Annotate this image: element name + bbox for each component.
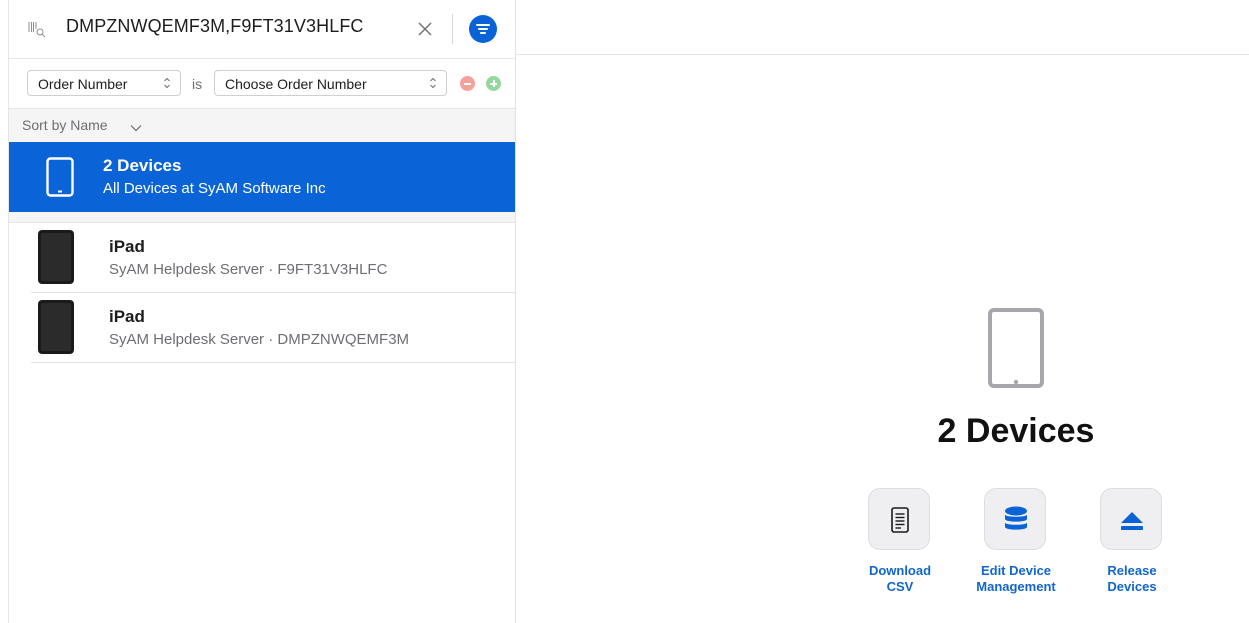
- device-name: iPad: [109, 307, 145, 326]
- filter-icon: [476, 24, 490, 34]
- action-label-line: Management: [976, 579, 1056, 594]
- release-devices-label[interactable]: Release Devices: [1077, 563, 1187, 595]
- add-filter-button[interactable]: [486, 76, 501, 91]
- clear-search-icon[interactable]: [415, 19, 435, 39]
- summary-subtitle: All Devices at SyAM Software Inc: [103, 180, 326, 197]
- release-devices-button[interactable]: [1100, 488, 1162, 550]
- action-label-line: Download: [868, 563, 932, 578]
- filter-value-placeholder: Choose Order Number: [225, 76, 367, 92]
- all-devices-summary-row[interactable]: 2 Devices All Devices at SyAM Software I…: [9, 142, 515, 212]
- search-bar: DMPZNWQEMF3M,F9FT31V3HLFC: [9, 0, 515, 58]
- action-label-line: Edit Device: [980, 563, 1052, 578]
- list-section-gap: [9, 212, 515, 223]
- ipad-thumbnail: [38, 230, 74, 284]
- device-list-sidebar: DMPZNWQEMF3M,F9FT31V3HLFC Order Number i…: [9, 0, 516, 623]
- filter-value-select[interactable]: Choose Order Number: [214, 70, 447, 96]
- action-label-line: CSV: [886, 579, 914, 594]
- database-icon: [1005, 506, 1027, 530]
- action-label-line: Devices: [1107, 579, 1157, 594]
- detail-header-divider: [516, 54, 1249, 55]
- action-label-line: Release: [1107, 563, 1157, 578]
- filter-operator-label: is: [192, 76, 203, 92]
- device-name: iPad: [109, 237, 145, 256]
- eject-icon: [1121, 512, 1143, 530]
- device-detail: SyAM Helpdesk Server · F9FT31V3HLFC: [109, 261, 388, 278]
- row-separator: [31, 362, 515, 363]
- remove-filter-button[interactable]: [460, 76, 475, 91]
- edit-device-management-label[interactable]: Edit Device Management: [961, 563, 1071, 595]
- select-chevron-icon: [430, 77, 436, 89]
- ipad-outline-icon: [46, 157, 74, 197]
- summary-title: 2 Devices: [103, 156, 182, 175]
- download-csv-button[interactable]: [868, 488, 930, 550]
- document-icon: [891, 507, 909, 533]
- search-input[interactable]: DMPZNWQEMF3M,F9FT31V3HLFC: [66, 16, 364, 37]
- filter-field-select[interactable]: Order Number: [27, 70, 181, 96]
- toolbar-divider: [452, 14, 453, 44]
- edit-device-management-button[interactable]: [984, 488, 1046, 550]
- download-csv-label[interactable]: Download CSV: [845, 563, 955, 595]
- filter-button[interactable]: [469, 15, 497, 43]
- device-list-item[interactable]: iPad SyAM Helpdesk Server · DMPZNWQEMF3M: [9, 293, 515, 363]
- chevron-down-icon[interactable]: [130, 124, 142, 132]
- ipad-thumbnail: [38, 300, 74, 354]
- filter-row: Order Number is Choose Order Number: [9, 58, 515, 109]
- ipad-device-icon: [988, 308, 1044, 388]
- select-chevron-icon: [164, 77, 170, 89]
- filter-field-value: Order Number: [38, 76, 128, 92]
- sort-by-name-button[interactable]: Sort by Name: [22, 117, 108, 133]
- barcode-scan-icon[interactable]: [27, 19, 47, 39]
- device-detail: SyAM Helpdesk Server · DMPZNWQEMF3M: [109, 331, 410, 348]
- detail-title: 2 Devices: [937, 412, 1095, 450]
- device-list-item[interactable]: iPad SyAM Helpdesk Server · F9FT31V3HLFC: [9, 223, 515, 293]
- sort-bar: Sort by Name: [9, 108, 515, 143]
